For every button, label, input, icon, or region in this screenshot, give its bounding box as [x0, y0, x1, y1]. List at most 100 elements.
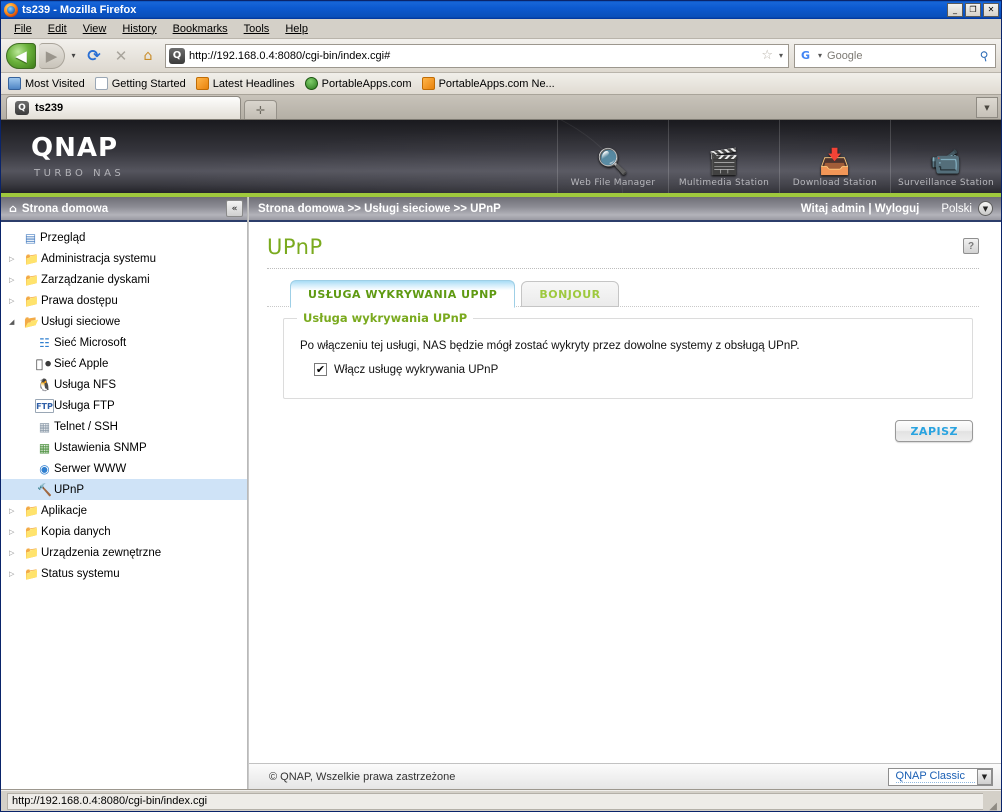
- bookmark-portableapps[interactable]: PortableApps.com: [302, 76, 418, 91]
- app-surveillance-station[interactable]: 📹 Surveillance Station: [890, 120, 1001, 193]
- chevron-right-icon[interactable]: ▷: [9, 297, 22, 305]
- tab-usluga-wykrywania-upnp[interactable]: USŁUGA WYKRYWANIA UPNP: [290, 280, 516, 309]
- save-button[interactable]: ZAPISZ: [895, 420, 973, 443]
- sidebar-item-usluga-nfs[interactable]: 🐧 Usługa NFS: [1, 374, 247, 395]
- menu-file[interactable]: File: [7, 21, 39, 37]
- enable-upnp-checkbox[interactable]: ✔: [314, 363, 327, 377]
- sidebar-item-label: Ustawienia SNMP: [54, 441, 147, 454]
- menu-tools[interactable]: Tools: [237, 21, 277, 37]
- panel-description: Po włączeniu tej usługi, NAS będzie mógł…: [300, 340, 800, 353]
- chevron-right-icon[interactable]: ▷: [9, 549, 22, 557]
- bookmark-getting-started[interactable]: Getting Started: [92, 76, 192, 91]
- menu-bookmarks[interactable]: Bookmarks: [166, 21, 235, 37]
- app-web-file-manager[interactable]: 🔍 Web File Manager: [557, 120, 668, 193]
- maximize-button[interactable]: ❐: [965, 3, 981, 17]
- status-bar: http://192.168.0.4:8080/cgi-bin/index.cg…: [1, 790, 1001, 812]
- tab-bonjour[interactable]: BONJOUR: [521, 281, 619, 308]
- sidebar-item-serwer-www[interactable]: ◉ Serwer WWW: [1, 458, 247, 479]
- bookmark-latest-headlines[interactable]: Latest Headlines: [193, 76, 301, 91]
- sidebar-item-telnet-ssh[interactable]: ▦ Telnet / SSH: [1, 416, 247, 437]
- sidebar-item-administracja-systemu[interactable]: ▷ 📁 Administracja systemu: [1, 248, 247, 269]
- sidebar-item-zarzadzanie-dyskami[interactable]: ▷ 📁 Zarządzanie dyskami: [1, 269, 247, 290]
- enable-upnp-row[interactable]: ✔ Włącz usługę wykrywania UPnP: [300, 363, 956, 377]
- sidebar-item-siec-microsoft[interactable]: ☷ Sieć Microsoft: [1, 332, 247, 353]
- chevron-right-icon[interactable]: ▷: [9, 276, 22, 284]
- sidebar-item-aplikacje[interactable]: ▷ 📁 Aplikacje: [1, 500, 247, 521]
- nav-history-dropdown[interactable]: ▾: [68, 51, 79, 60]
- search-input[interactable]: Google: [827, 50, 974, 62]
- close-icon: ✕: [987, 5, 995, 14]
- bookmark-star-icon[interactable]: ☆: [761, 48, 773, 63]
- sidebar-item-siec-apple[interactable]: ⚫ Sieć Apple: [1, 353, 247, 374]
- chevron-down-icon[interactable]: ▼: [977, 768, 992, 785]
- forward-button[interactable]: ▶: [39, 42, 65, 69]
- stop-button[interactable]: ✕: [109, 44, 133, 68]
- sidebar-item-przeglad[interactable]: ▤ Przegląd: [1, 227, 247, 248]
- chevron-right-icon[interactable]: ▷: [9, 255, 22, 263]
- resize-grip[interactable]: [983, 793, 997, 812]
- sidebar-item-kopia-danych[interactable]: ▷ 📁 Kopia danych: [1, 521, 247, 542]
- menu-view[interactable]: View: [76, 21, 114, 37]
- tab-list-button[interactable]: ▼: [976, 97, 998, 118]
- menu-edit[interactable]: Edit: [41, 21, 74, 37]
- url-text[interactable]: http://192.168.0.4:8080/cgi-bin/index.cg…: [189, 50, 757, 62]
- sidebar-item-urzadzenia-zewnetrzne[interactable]: ▷ 📁 Urządzenia zewnętrzne: [1, 542, 247, 563]
- search-engine-dropdown-icon[interactable]: ▾: [816, 51, 824, 60]
- qnap-tagline: TURBO NAS: [34, 167, 125, 179]
- window-controls: _ ❐ ✕: [947, 3, 999, 17]
- chevron-right-icon[interactable]: ▷: [9, 570, 22, 578]
- address-bar[interactable]: Q http://192.168.0.4:8080/cgi-bin/index.…: [165, 43, 789, 68]
- back-button[interactable]: ◀: [6, 42, 36, 69]
- reload-button[interactable]: ⟳: [82, 44, 106, 68]
- home-button[interactable]: ⌂: [136, 44, 160, 68]
- url-dropdown-icon[interactable]: ▾: [777, 51, 785, 60]
- breadcrumb-bar: Strona domowa >> Usługi sieciowe >> UPnP…: [249, 197, 1001, 222]
- bookmark-portableapps-news[interactable]: PortableApps.com Ne...: [419, 76, 561, 91]
- menu-bar: File Edit View History Bookmarks Tools H…: [1, 19, 1001, 39]
- sidebar-collapse-button[interactable]: «: [226, 200, 243, 217]
- sidebar-item-prawa-dostepu[interactable]: ▷ 📁 Prawa dostępu: [1, 290, 247, 311]
- status-url-text: http://192.168.0.4:8080/cgi-bin/index.cg…: [7, 792, 983, 810]
- title-divider: [267, 268, 979, 270]
- upnp-icon: 🔨: [37, 482, 52, 497]
- google-icon[interactable]: G: [798, 48, 813, 63]
- user-session-info[interactable]: Witaj admin | Wyloguj: [801, 203, 920, 215]
- language-selector[interactable]: Polski ▼: [941, 201, 993, 216]
- chevron-right-icon[interactable]: ▷: [9, 528, 22, 536]
- app-label: Multimedia Station: [678, 178, 770, 188]
- close-button[interactable]: ✕: [983, 3, 999, 17]
- app-multimedia-station[interactable]: 🎬 Multimedia Station: [668, 120, 779, 193]
- tab-ts239[interactable]: Q ts239: [6, 96, 241, 119]
- app-label: Web File Manager: [570, 178, 656, 188]
- sidebar-item-upnp[interactable]: 🔨 UPnP: [1, 479, 247, 500]
- search-bar[interactable]: G ▾ Google ⚲: [794, 43, 996, 68]
- help-button[interactable]: ?: [963, 238, 979, 254]
- sidebar-item-ustawienia-snmp[interactable]: ▦ Ustawienia SNMP: [1, 437, 247, 458]
- menu-history[interactable]: History: [115, 21, 163, 37]
- theme-label: QNAP Classic: [895, 770, 975, 783]
- enable-upnp-label: Włącz usługę wykrywania UPnP: [334, 363, 499, 376]
- theme-selector[interactable]: QNAP Classic ▼: [887, 767, 993, 786]
- sidebar-item-label: Telnet / SSH: [54, 420, 118, 433]
- tab-label: ts239: [35, 102, 64, 114]
- chevron-down-icon[interactable]: ▼: [978, 201, 993, 216]
- app-download-station[interactable]: 📥 Download Station: [779, 120, 890, 193]
- minimize-button[interactable]: _: [947, 3, 963, 17]
- web-file-manager-icon: 🔍: [597, 147, 629, 176]
- menu-history-label: History: [122, 22, 157, 35]
- sidebar-item-uslugi-sieciowe[interactable]: ◢ 📂 Usługi sieciowe: [1, 311, 247, 332]
- bookmark-most-visited[interactable]: Most Visited: [5, 76, 91, 91]
- qnap-brand: QNAP TURBO NAS: [1, 135, 124, 179]
- sidebar-item-status-systemu[interactable]: ▷ 📁 Status systemu: [1, 563, 247, 584]
- sidebar-item-label: Usługa FTP: [54, 399, 115, 412]
- menu-help[interactable]: Help: [278, 21, 315, 37]
- sidebar-item-label: Status systemu: [41, 567, 120, 580]
- search-magnifier-icon[interactable]: ⚲: [975, 47, 993, 64]
- folder-icon: 📁: [24, 251, 39, 266]
- ftp-icon: FTP: [35, 398, 54, 413]
- sidebar-item-usluga-ftp[interactable]: FTP Usługa FTP: [1, 395, 247, 416]
- chevron-right-icon[interactable]: ▷: [9, 507, 22, 515]
- new-tab-button[interactable]: ✛: [244, 100, 277, 119]
- chevron-down-icon[interactable]: ◢: [9, 318, 22, 326]
- action-row: ZAPISZ: [267, 420, 973, 443]
